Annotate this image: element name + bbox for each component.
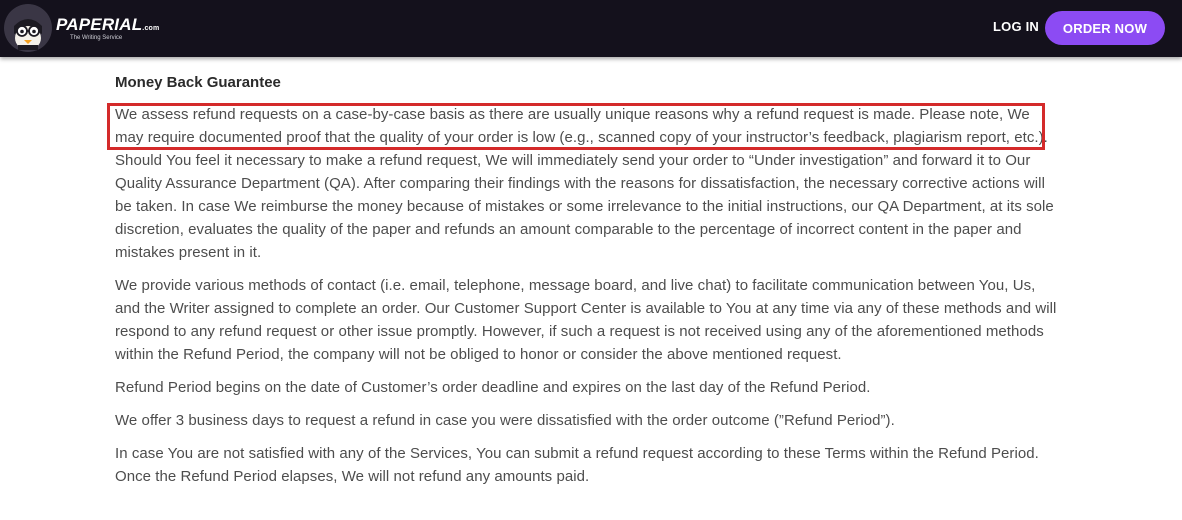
paragraph-refund-period-length: We offer 3 business days to request a re… — [115, 412, 895, 429]
paragraph-refund-submission: In case You are not satisfied with any o… — [115, 445, 1039, 485]
paragraph-refund-assessment: We assess refund requests on a case-by-c… — [115, 106, 1054, 261]
login-link[interactable]: LOG IN — [993, 19, 1039, 34]
brand-suffix: .com — [142, 24, 160, 32]
main-content: Money Back Guarantee We assess refund re… — [115, 72, 1060, 498]
top-navigation-bar: PAPERIAL.com The Writing Service LOG IN … — [0, 0, 1182, 57]
paragraph-refund-period-start: Refund Period begins on the date of Cust… — [115, 379, 871, 396]
paragraph-contact-methods: We provide various methods of contact (i… — [115, 277, 1057, 363]
brand-tagline: The Writing Service — [70, 34, 123, 41]
brand-name: PAPERIAL.com — [56, 14, 160, 34]
order-now-button[interactable]: ORDER NOW — [1045, 11, 1165, 45]
mascot-logo-icon — [4, 4, 52, 52]
brand: PAPERIAL.com The Writing Service — [56, 16, 159, 41]
site-logo[interactable]: PAPERIAL.com The Writing Service — [4, 4, 159, 52]
section-heading: Money Back Guarantee — [115, 74, 281, 91]
